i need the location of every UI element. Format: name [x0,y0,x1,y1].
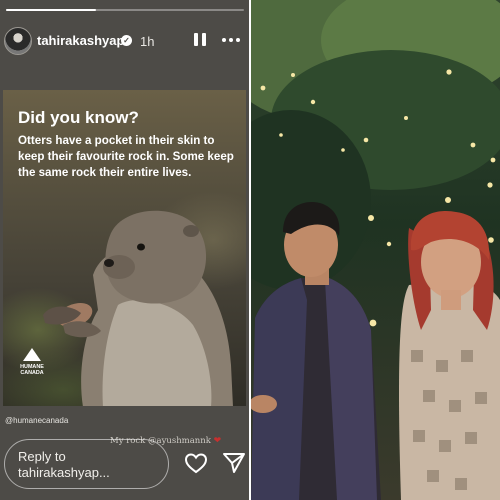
send-icon[interactable] [222,452,246,474]
story-progress-bar [6,9,244,11]
avatar[interactable] [4,27,32,55]
mention-sticker[interactable]: @humanecanada [5,416,68,425]
story-shared-post[interactable]: Did you know? Otters have a pocket in th… [3,90,246,406]
pause-icon[interactable] [192,32,208,48]
heart-outline-icon[interactable] [184,452,208,474]
heart-icon: ❤ [213,436,222,446]
logo-text: HUMANE CANADA [20,364,44,376]
couple-photo [251,0,500,500]
story-progress-fill [6,9,97,11]
more-options-icon[interactable] [222,33,244,47]
story-header: tahirakashyap ✓ 1h [0,24,249,60]
otter-image [43,210,233,406]
story-panel: tahirakashyap ✓ 1h Did you know? Otters … [0,0,249,500]
card-body-text: Otters have a pocket in their skin to ke… [18,134,234,179]
humane-canada-logo: HUMANE CANADA [17,348,47,386]
couple-photo-illustration [251,0,500,500]
story-timestamp: 1h [140,34,155,49]
reply-input[interactable]: Reply to tahirakashyap... [4,439,169,489]
card-title: Did you know? [18,108,139,127]
reply-placeholder: Reply to tahirakashyap... [18,449,110,480]
story-username[interactable]: tahirakashyap [37,33,124,48]
verified-badge-icon: ✓ [121,35,132,46]
